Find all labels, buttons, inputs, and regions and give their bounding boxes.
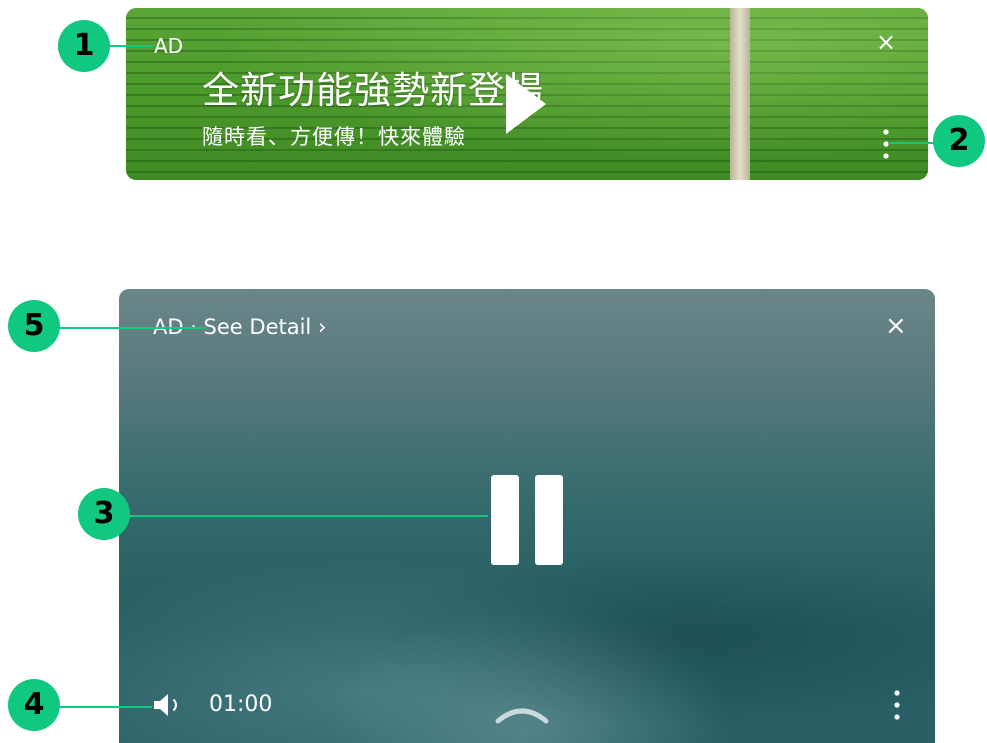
callout-1-line bbox=[104, 45, 154, 47]
callout-5: 5 bbox=[8, 300, 60, 352]
callout-1: 1 bbox=[58, 20, 110, 72]
callout-3-line bbox=[128, 515, 488, 517]
banner-headline: 全新功能強勢新登場 bbox=[202, 69, 544, 112]
banner-background-path bbox=[730, 8, 750, 180]
banner-close-button[interactable]: × bbox=[876, 30, 896, 54]
callout-3: 3 bbox=[78, 488, 130, 540]
more-vertical-icon[interactable] bbox=[894, 689, 900, 721]
callout-2-line bbox=[890, 142, 936, 144]
pause-bar-left bbox=[491, 475, 519, 565]
play-icon[interactable] bbox=[506, 74, 546, 134]
callout-4: 4 bbox=[8, 679, 60, 731]
video-close-button[interactable]: × bbox=[885, 313, 907, 339]
banner-ad[interactable]: AD 全新功能強勢新登場 隨時看、方便傳！快來體驗 × bbox=[126, 8, 928, 180]
banner-subline: 隨時看、方便傳！快來體驗 bbox=[202, 125, 466, 149]
chevron-up-icon[interactable] bbox=[495, 699, 549, 725]
callout-5-line bbox=[56, 327, 206, 329]
pause-bar-right bbox=[535, 475, 563, 565]
video-time: 01:00 bbox=[209, 692, 273, 717]
banner-ad-label: AD bbox=[154, 34, 184, 58]
volume-icon[interactable] bbox=[153, 693, 187, 717]
callout-4-line bbox=[60, 706, 152, 708]
callout-2: 2 bbox=[933, 115, 985, 167]
more-vertical-icon[interactable] bbox=[883, 128, 889, 160]
pause-icon[interactable] bbox=[491, 475, 563, 565]
